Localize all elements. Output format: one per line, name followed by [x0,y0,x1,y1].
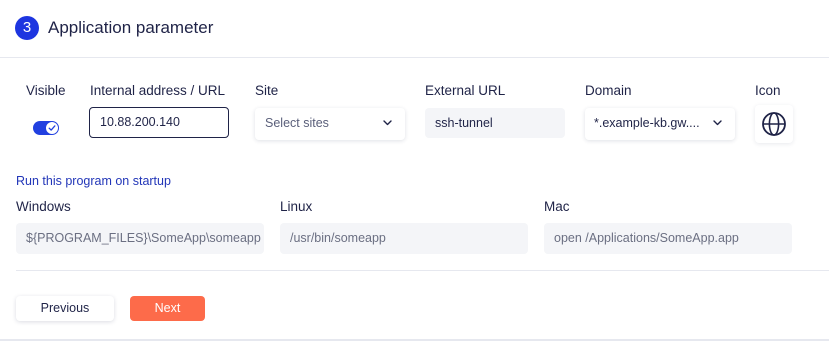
visible-toggle[interactable] [33,121,59,135]
step-number-badge: 3 [15,16,39,40]
run-on-startup-link[interactable]: Run this program on startup [16,174,171,188]
section-title: Application parameter [48,18,214,37]
internal-url-label: Internal address / URL [90,83,226,98]
domain-select-value: *.example-kb.gw.... [594,116,700,130]
site-select-placeholder: Select sites [265,116,329,130]
domain-label: Domain [585,83,632,98]
internal-url-input[interactable]: 10.88.200.140 [89,107,229,138]
previous-button[interactable]: Previous [16,296,114,321]
chevron-down-icon [713,120,722,126]
linux-command-input[interactable]: /usr/bin/someapp [280,223,528,254]
icon-picker-button[interactable] [755,105,793,143]
external-url-input[interactable]: ssh-tunnel [425,108,565,138]
icon-label: Icon [755,83,781,98]
section-divider [16,270,829,271]
globe-icon [762,112,786,136]
windows-label: Windows [16,199,71,214]
check-icon [48,125,56,131]
section-header: 3 Application parameter [0,0,829,58]
linux-label: Linux [280,199,313,214]
next-button[interactable]: Next [130,296,205,321]
windows-command-input[interactable]: ${PROGRAM_FILES}\SomeApp\someapp [16,223,264,254]
site-select[interactable]: Select sites [255,108,405,140]
domain-select[interactable]: *.example-kb.gw.... [585,108,735,140]
site-label: Site [255,83,279,98]
visible-label: Visible [26,83,66,98]
mac-command-input[interactable]: open /Applications/SomeApp.app [544,223,792,254]
chevron-down-icon [383,120,392,126]
mac-label: Mac [544,199,570,214]
toggle-knob [46,122,58,134]
external-url-label: External URL [425,83,506,98]
